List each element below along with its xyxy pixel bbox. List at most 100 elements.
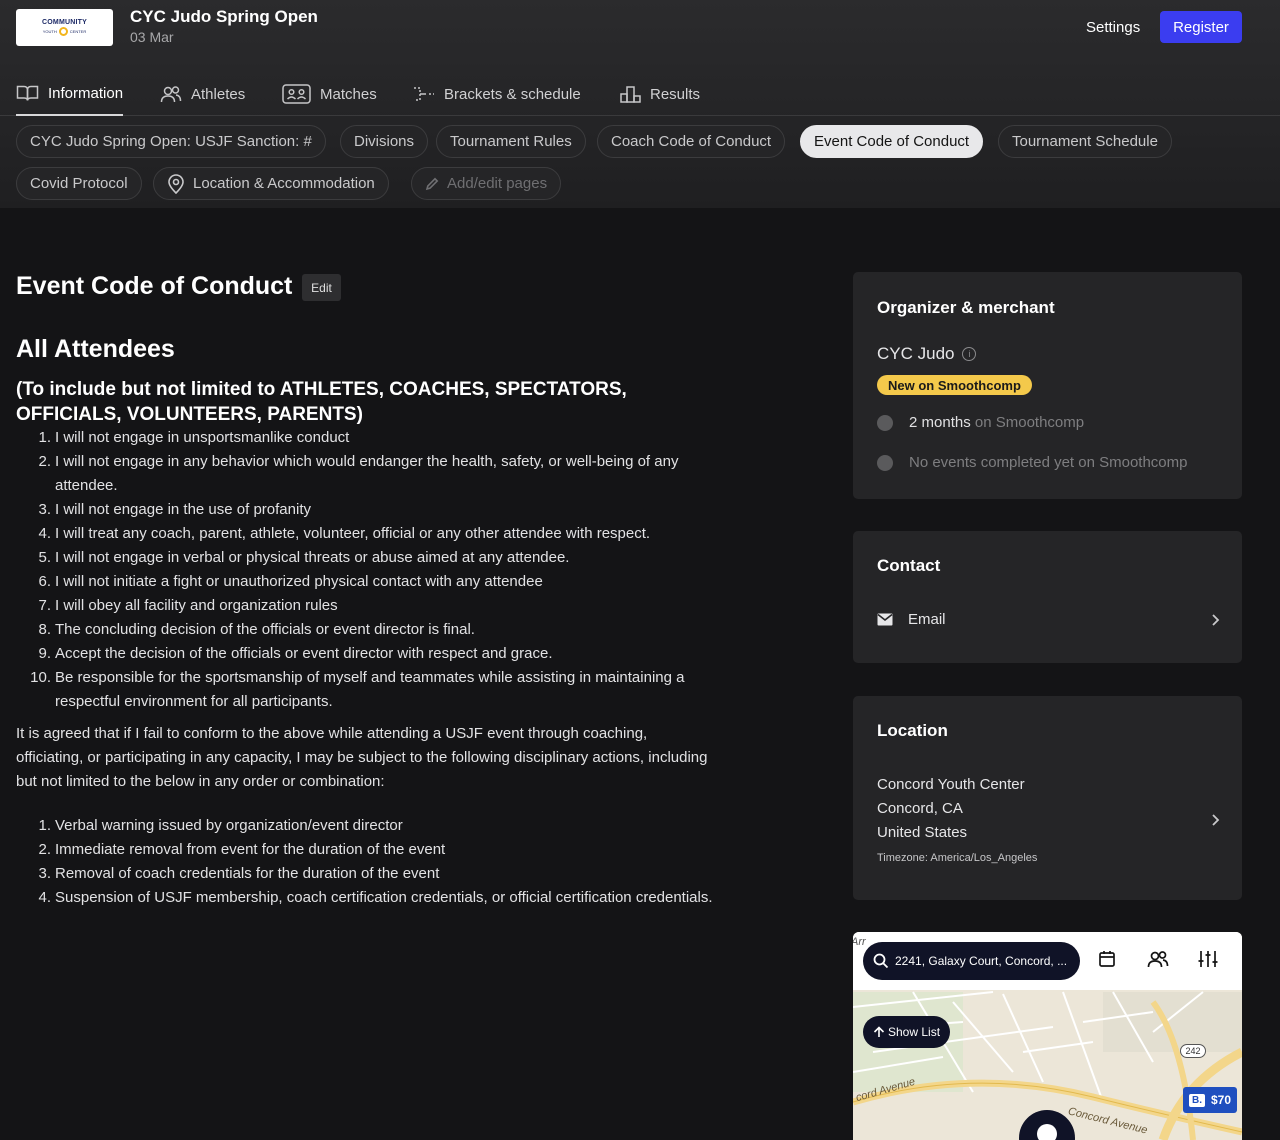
list-item-number: 3. <box>38 501 51 518</box>
price-value: $70 <box>1211 1093 1232 1107</box>
organizer-name-text: CYC Judo <box>877 344 955 363</box>
stat-months: 2 months on Smoothcomp <box>877 414 1084 431</box>
location-map[interactable]: 2241, Galaxy Court, Concord, ... Show Li… <box>853 932 1242 1140</box>
disciplinary-paragraph: It is agreed that if I fail to conform t… <box>16 725 708 790</box>
list-item-number: 1. <box>38 817 51 834</box>
list-item-number: 7. <box>38 597 51 614</box>
list-item-number: 9. <box>38 645 51 662</box>
logo-text: YOUTH <box>42 28 57 34</box>
stat-events: No events completed yet on Smoothcomp <box>877 454 1187 471</box>
envelope-icon <box>877 613 893 626</box>
page-pill-tournament-schedule[interactable]: Tournament Schedule <box>998 125 1172 158</box>
edit-button[interactable]: Edit <box>302 274 341 301</box>
map-search-input[interactable]: 2241, Galaxy Court, Concord, ... <box>863 942 1080 980</box>
tab-label: Information <box>48 84 124 102</box>
list-item: 6. I will not initiate a fight or unautho… <box>16 570 736 594</box>
list-item: 2. I will not engage in any behavior whic… <box>16 450 736 498</box>
page-pill-divisions[interactable]: Divisions <box>340 125 429 158</box>
pill-label: Tournament Schedule <box>1012 133 1158 150</box>
list-item-text: I will not engage in verbal or physical … <box>55 549 570 566</box>
list-item: 9. Accept the decision of the officials o… <box>16 642 736 666</box>
price-marker-label: B. <box>1189 1093 1205 1107</box>
list-item-text: I will not engage in unsportsmanlike con… <box>55 429 350 446</box>
tab-information[interactable]: Information <box>16 72 124 116</box>
info-icon[interactable]: i <box>962 347 977 361</box>
price-marker[interactable]: B. $70 <box>1183 1087 1238 1113</box>
chevron-right-icon[interactable] <box>1210 813 1220 827</box>
add-edit-pages-button[interactable]: Add/edit pages <box>411 167 562 200</box>
calendar-icon[interactable] <box>1098 950 1116 968</box>
tab-label: Matches <box>320 85 377 103</box>
register-button[interactable]: Register <box>1160 11 1242 43</box>
podium-icon <box>620 86 641 103</box>
tab-matches[interactable]: Matches <box>282 72 377 116</box>
list-item-number: 5. <box>38 549 51 566</box>
list-item: 5. I will not engage in verbal or physica… <box>16 546 736 570</box>
email-label: Email <box>908 611 946 628</box>
section-heading: All Attendees <box>16 335 175 363</box>
page-pill-covid[interactable]: Covid Protocol <box>16 167 142 200</box>
show-list-button[interactable]: Show List <box>863 1016 951 1048</box>
matches-icon <box>282 84 311 104</box>
arrow-up-icon <box>873 1026 885 1037</box>
pill-label: Tournament Rules <box>450 133 572 150</box>
email-row[interactable]: Email <box>877 611 1220 628</box>
tab-brackets-schedule[interactable]: Brackets & schedule <box>413 72 581 116</box>
page-pill-coach-code[interactable]: Coach Code of Conduct <box>597 125 786 158</box>
stat-label: on Smoothcomp <box>970 414 1085 431</box>
chevron-right-icon[interactable] <box>1210 613 1220 627</box>
list-item-number: 1. <box>38 429 51 446</box>
tab-athletes[interactable]: Athletes <box>160 72 245 116</box>
list-item: 8. The concluding decision of the officia… <box>16 618 736 642</box>
dot-icon <box>877 414 893 431</box>
map-search-text: 2241, Galaxy Court, Concord, ... <box>895 954 1068 968</box>
tab-results[interactable]: Results <box>620 72 700 116</box>
guests-icon[interactable] <box>1147 950 1169 968</box>
settings-link[interactable]: Settings <box>1086 19 1140 36</box>
list-item: 2. Immediate removal from event for the d… <box>16 838 736 862</box>
new-badge: New on Smoothcomp <box>877 375 1032 395</box>
contact-card: Contact Email <box>853 531 1242 663</box>
list-item: 4. I will treat any coach, parent, athlet… <box>16 522 736 546</box>
page-pill-tournament-rules[interactable]: Tournament Rules <box>436 125 586 158</box>
users-icon <box>160 86 182 103</box>
search-icon <box>873 953 889 969</box>
organizer-name[interactable]: CYC Judo i <box>877 344 977 364</box>
list-item-text: Accept the decision of the officials or … <box>55 645 553 662</box>
pill-label: Coach Code of Conduct <box>611 133 772 150</box>
pill-label: Divisions <box>354 133 415 150</box>
list-item: 4. Suspension of USJF membership, coach c… <box>16 886 736 910</box>
list-item: 3. Removal of coach credentials for the d… <box>16 862 736 886</box>
list-item: 1. I will not engage in unsportsmanlike c… <box>16 426 736 450</box>
tab-label: Results <box>650 85 701 103</box>
list-item-text: I will obey all facility and organizatio… <box>55 597 338 614</box>
list-item-number: 3. <box>38 865 51 882</box>
contact-heading: Contact <box>877 556 941 575</box>
location-card[interactable]: Location Concord Youth Center Concord, C… <box>853 696 1242 900</box>
list-item-number: 10. <box>30 669 51 686</box>
list-item: 3. I will not engage in the use of profan… <box>16 498 736 522</box>
list-item-number: 4. <box>38 525 51 542</box>
list-item: 7. I will obey all facility and organiza… <box>16 594 736 618</box>
bracket-icon <box>414 87 434 101</box>
list-item-text: The concluding decision of the officials… <box>55 621 475 638</box>
list-item-text: Suspension of USJF membership, coach cer… <box>55 889 713 906</box>
organizer-logo[interactable]: COMMUNITY YOUTH CENTER <box>16 9 113 46</box>
filter-sliders-icon[interactable] <box>1198 950 1218 968</box>
event-title: CYC Judo Spring Open <box>130 7 318 26</box>
list-item-number: 4. <box>38 889 51 906</box>
organizer-card: Organizer & merchant CYC Judo i New on S… <box>853 272 1242 499</box>
list-item-number: 2. <box>38 841 51 858</box>
dot-icon <box>877 454 893 471</box>
logo-text: CENTER <box>69 28 87 34</box>
pill-label: Location & Accommodation <box>193 175 375 192</box>
page-pill-event-code[interactable]: Event Code of Conduct <box>800 125 984 158</box>
event-date: 03 Mar <box>130 29 174 45</box>
rules-list: 1. I will not engage in unsportsmanlike c… <box>16 426 736 714</box>
route-shield: 242 <box>1180 1044 1206 1058</box>
venue-country: United States <box>877 824 968 841</box>
book-icon <box>16 85 39 101</box>
page-pill-location[interactable]: Location & Accommodation <box>153 167 389 200</box>
list-item-number: 6. <box>38 573 51 590</box>
page-pill-sanction[interactable]: CYC Judo Spring Open: USJF Sanction: # <box>16 125 326 158</box>
